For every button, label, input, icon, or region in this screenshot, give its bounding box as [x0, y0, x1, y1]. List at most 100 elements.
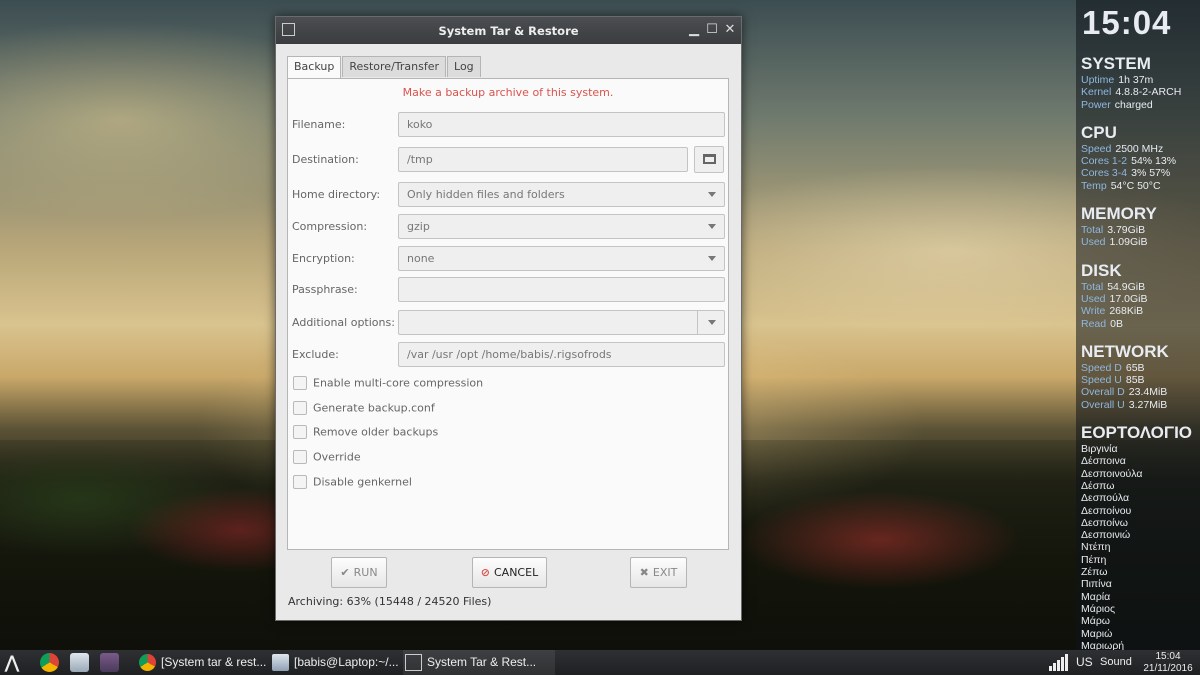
- checkbox-label: Disable genkernel: [313, 475, 412, 489]
- chrome-launcher-icon[interactable]: [40, 653, 59, 672]
- name-day-item: Δεσποινούλα: [1081, 467, 1143, 480]
- conky-disk-title: DISK: [1081, 260, 1122, 280]
- checkbox-box[interactable]: [293, 376, 307, 390]
- dropdown-arrow-icon: [708, 320, 716, 325]
- info-banner: Make a backup archive of this system.: [402, 86, 614, 99]
- checkbox-box[interactable]: [293, 425, 307, 439]
- conky-row: Speed D 65B: [1081, 361, 1145, 374]
- folder-icon: [703, 154, 716, 164]
- name-day-item: Μάριος: [1081, 602, 1116, 615]
- encryption-select[interactable]: none: [398, 246, 725, 271]
- cancel-button[interactable]: ⊘ CANCEL: [472, 557, 547, 588]
- dropdown-arrow-icon: [708, 224, 716, 229]
- name-day-item: Μαρία: [1081, 590, 1111, 603]
- task-terminal[interactable]: [babis@Laptop:~/...: [270, 650, 422, 675]
- checkbox-box[interactable]: [293, 401, 307, 415]
- home-directory-value: Only hidden files and folders: [407, 188, 565, 201]
- conky-row: Uptime 1h 37m: [1081, 74, 1154, 86]
- screenshot-icon[interactable]: [100, 653, 119, 672]
- close-button[interactable]: ✕: [722, 21, 738, 39]
- conky-row: Kernel 4.8.8-2-ARCH: [1081, 86, 1182, 99]
- arch-menu-icon[interactable]: ⋀: [5, 650, 19, 675]
- conky-row: Used 1.09GiB: [1081, 236, 1148, 249]
- home-directory-select[interactable]: Only hidden files and folders: [398, 182, 725, 207]
- run-button[interactable]: ✔ RUN: [331, 557, 387, 588]
- destination-input[interactable]: /tmp: [398, 147, 688, 172]
- dropdown-arrow-icon: [708, 256, 716, 261]
- checkbox-box[interactable]: [293, 450, 307, 464]
- maximize-button[interactable]: ☐: [704, 21, 720, 39]
- compression-label: Compression:: [292, 220, 368, 233]
- name-day-item: Πέπη: [1081, 553, 1107, 566]
- name-day-item: Δεσπούλα: [1081, 492, 1130, 505]
- clock[interactable]: 15:04 21/11/2016: [1136, 650, 1200, 675]
- task-system-tar-restore[interactable]: System Tar & Rest...: [403, 650, 555, 675]
- task-chrome[interactable]: [System tar & rest...: [137, 650, 289, 675]
- compression-select[interactable]: gzip: [398, 214, 725, 239]
- name-day-item: Ντέπη: [1081, 541, 1111, 554]
- disable-genkernel-checkbox[interactable]: Disable genkernel: [293, 475, 412, 491]
- name-day-item: Δεσποίνω: [1081, 516, 1128, 529]
- chrome-icon: [139, 654, 156, 671]
- stop-icon: ⊘: [480, 566, 490, 579]
- conky-row: Total 3.79GiB: [1081, 224, 1146, 237]
- additional-options-label: Additional options:: [292, 316, 395, 329]
- name-day-item: Πιπίνα: [1081, 578, 1112, 591]
- sound-indicator[interactable]: Sound: [1100, 650, 1132, 675]
- conky-row: Temp 54°C 50°C: [1081, 179, 1161, 192]
- keyboard-layout[interactable]: US: [1076, 650, 1093, 675]
- generate-backup-conf-checkbox[interactable]: Generate backup.conf: [293, 401, 435, 417]
- checkbox-label: Generate backup.conf: [313, 401, 435, 415]
- tab-log[interactable]: Log: [447, 56, 481, 77]
- exclude-label: Exclude:: [292, 348, 339, 361]
- conky-row: Speed U 85B: [1081, 374, 1145, 387]
- override-checkbox[interactable]: Override: [293, 450, 361, 466]
- conky-clock: 15:04: [1082, 4, 1172, 41]
- encryption-label: Encryption:: [292, 252, 355, 265]
- additional-options-combo[interactable]: [398, 310, 725, 335]
- name-day-item: Βιργινία: [1081, 443, 1118, 456]
- conky-row: Speed 2500 MHz: [1081, 142, 1164, 155]
- filename-input[interactable]: koko: [398, 112, 725, 137]
- passphrase-label: Passphrase:: [292, 283, 358, 296]
- conky-row: Overall U 3.27MiB: [1081, 398, 1168, 411]
- taskbar: ⋀ [System tar & rest... [babis@Laptop:~/…: [0, 650, 1200, 675]
- checkmark-icon: ✔: [340, 566, 350, 579]
- multicore-checkbox[interactable]: Enable multi-core compression: [293, 376, 483, 392]
- exclude-input[interactable]: /var /usr /opt /home/babis/.rigsofrods: [398, 342, 725, 367]
- dropdown-arrow-icon: [708, 192, 716, 197]
- browse-folder-button[interactable]: [694, 146, 724, 173]
- x-icon: ✖: [639, 566, 649, 579]
- name-day-item: Δέσποινα: [1081, 455, 1126, 468]
- checkbox-label: Override: [313, 450, 361, 464]
- conky-row: Cores 3-4 3% 57%: [1081, 167, 1171, 180]
- network-signal-icon[interactable]: [1048, 654, 1068, 671]
- conky-eortologio-title: ΕΟΡΤΟΛΟΓΙΟ: [1081, 423, 1193, 443]
- minimize-button[interactable]: ▁: [686, 21, 702, 39]
- remove-older-backups-checkbox[interactable]: Remove older backups: [293, 425, 438, 441]
- exit-button[interactable]: ✖ EXIT: [630, 557, 687, 588]
- conky-monitor: 15:04 SYSTEM Uptime 1h 37m Kernel 4.8.8-2-…: [1076, 0, 1200, 652]
- passphrase-input[interactable]: [398, 277, 725, 302]
- tab-restore-transfer[interactable]: Restore/Transfer: [342, 56, 447, 77]
- conky-system-title: SYSTEM: [1081, 54, 1151, 73]
- name-day-item: Δεσποίνου: [1081, 504, 1132, 517]
- conky-network-title: NETWORK: [1081, 341, 1169, 361]
- checkbox-box[interactable]: [293, 475, 307, 489]
- tab-backup[interactable]: Backup: [287, 56, 342, 78]
- compression-value: gzip: [407, 220, 430, 233]
- system-tar-restore-window: System Tar & Restore ▁ ☐ ✕ Backup Restor…: [275, 16, 742, 621]
- conky-row: Overall D 23.4MiB: [1081, 386, 1168, 399]
- status-text: Archiving: 63% (15448 / 24520 Files): [288, 595, 492, 608]
- name-day-item: Μάρω: [1081, 615, 1110, 628]
- file-manager-icon[interactable]: [70, 653, 89, 672]
- conky-row: Total 54.9GiB: [1081, 280, 1146, 293]
- name-day-item: Δέσπω: [1081, 479, 1115, 492]
- app-icon: [405, 654, 422, 671]
- terminal-icon: [272, 654, 289, 671]
- clock-date: 21/11/2016: [1143, 663, 1193, 674]
- window-titlebar[interactable]: System Tar & Restore ▁ ☐ ✕: [276, 17, 741, 44]
- destination-label: Destination:: [292, 153, 359, 166]
- conky-row: Read 0B: [1081, 317, 1123, 330]
- checkbox-label: Enable multi-core compression: [313, 376, 484, 390]
